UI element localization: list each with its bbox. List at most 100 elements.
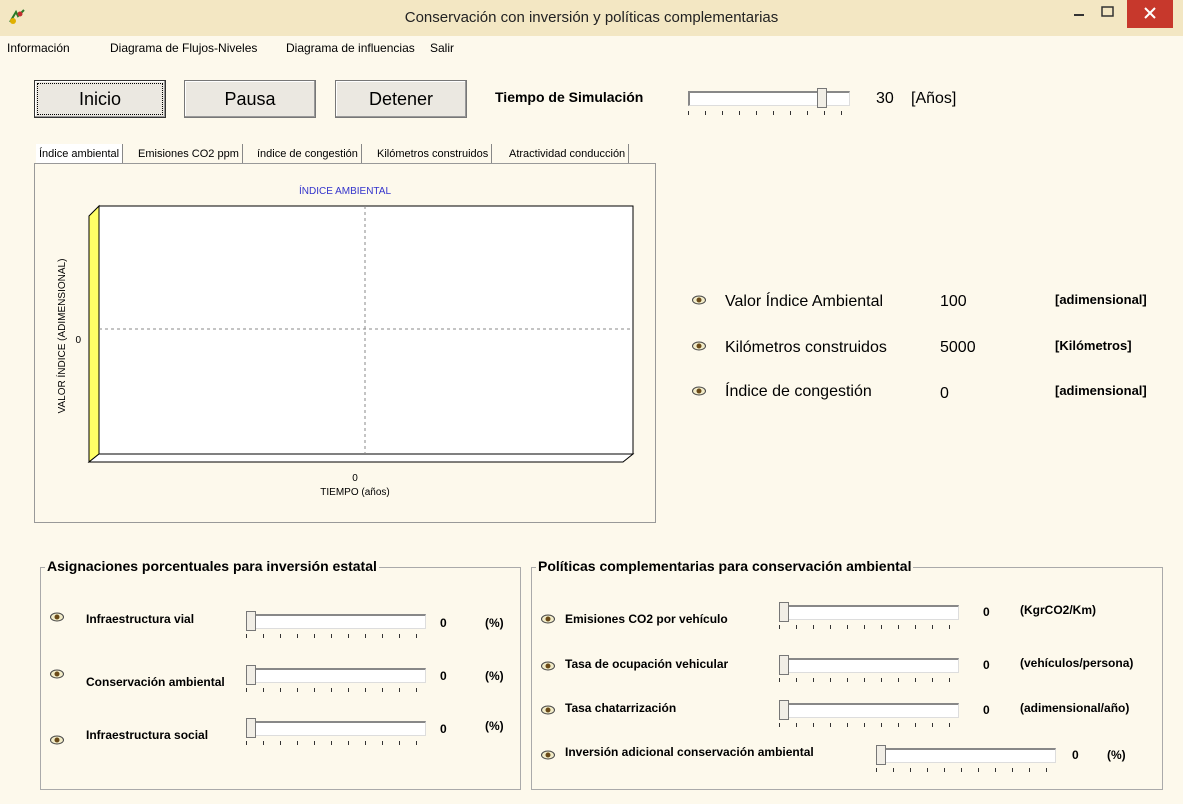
chart-svg: 0 0 TIEMPO (años) VALOR ÍNDICE (ADIMENSI…	[55, 204, 635, 498]
eye-icon	[50, 669, 64, 679]
investment-value-social: 0	[440, 722, 447, 736]
slider-tasa-chatarrizacion[interactable]	[779, 700, 959, 729]
policy-unit-ocupacion: (vehículos/persona)	[1020, 656, 1134, 670]
policies-group-title: Políticas complementarias para conservac…	[536, 558, 914, 574]
menu-salir[interactable]: Salir	[430, 41, 454, 55]
slider-ticks	[876, 768, 1056, 772]
title-bar: Conservación con inversión y políticas c…	[0, 0, 1183, 37]
slider-ticks	[779, 678, 959, 682]
indicator-unit-kilometros: [Kilómetros]	[1055, 338, 1132, 353]
pause-button[interactable]: Pausa	[184, 80, 316, 118]
eye-icon	[692, 295, 706, 305]
investment-unit-vial: (%)	[485, 616, 504, 630]
maximize-icon	[1101, 6, 1114, 17]
close-icon	[1144, 7, 1156, 19]
slider-ticks	[246, 741, 426, 745]
slider-thumb[interactable]	[246, 665, 256, 685]
policy-unit-chatarrizacion: (adimensional/año)	[1020, 701, 1130, 715]
investment-value-vial: 0	[440, 616, 447, 630]
window-title: Conservación con inversión y políticas c…	[404, 9, 779, 26]
tab-indice-ambiental[interactable]: Índice ambiental	[36, 144, 124, 164]
indicator-unit-congestion: [adimensional]	[1055, 383, 1147, 398]
eye-icon	[541, 705, 555, 715]
slider-track	[876, 748, 1056, 763]
indicator-value-congestion: 0	[940, 385, 949, 402]
eye-icon	[541, 661, 555, 671]
eye-icon	[541, 614, 555, 624]
stop-button[interactable]: Detener	[335, 80, 467, 118]
chart-left-wall	[88, 204, 100, 464]
tab-kilometros-construidos[interactable]: Kilómetros construidos	[374, 144, 493, 164]
slider-ticks	[246, 634, 426, 638]
policy-unit-emisiones: (KgrCO2/Km)	[1020, 603, 1097, 617]
investment-label-conservacion: Conservación ambiental	[86, 675, 225, 689]
indicator-label-kilometros: Kilómetros construidos	[725, 339, 887, 356]
x-axis-label: TIEMPO (años)	[320, 487, 389, 498]
menu-diagrama-influencias[interactable]: Diagrama de influencias	[286, 41, 415, 55]
indicator-value-kilometros: 5000	[940, 339, 976, 356]
y-tick-label: 0	[75, 335, 81, 346]
policy-label-chatarrizacion: Tasa chatarrización	[565, 701, 677, 715]
slider-infraestructura-vial[interactable]	[246, 611, 426, 640]
tab-indice-congestion[interactable]: índice de congestión	[254, 144, 362, 164]
sim-time-slider[interactable]	[688, 88, 850, 117]
sim-time-value: 30	[876, 90, 894, 107]
slider-thumb[interactable]	[779, 655, 789, 675]
investment-label-social: Infraestructura social	[86, 728, 209, 742]
eye-icon	[50, 735, 64, 745]
slider-ticks	[779, 723, 959, 727]
y-axis-label: VALOR ÍNDICE (ADIMENSIONAL)	[55, 259, 68, 414]
eye-icon	[50, 612, 64, 622]
investment-label-vial: Infraestructura vial	[86, 612, 195, 626]
policy-label-emisiones: Emisiones CO2 por vehículo	[565, 612, 728, 626]
slider-conservacion-ambiental[interactable]	[246, 665, 426, 694]
slider-track	[246, 721, 426, 736]
tab-atractividad-conduccion[interactable]: Atractividad conducción	[506, 144, 630, 164]
slider-track	[779, 703, 959, 718]
sim-time-unit: [Años]	[911, 90, 957, 107]
policy-label-ocupacion: Tasa de ocupación vehicular	[565, 657, 729, 671]
chart-plot-area	[98, 205, 634, 455]
sim-time-thumb[interactable]	[817, 88, 827, 108]
investment-unit-social: (%)	[485, 719, 504, 733]
sim-time-label: Tiempo de Simulación	[495, 89, 644, 105]
maximize-button[interactable]	[1095, 0, 1121, 28]
indicator-label-congestion: Índice de congestión	[725, 383, 872, 400]
minimize-button[interactable]	[1066, 0, 1092, 28]
close-button[interactable]	[1127, 0, 1173, 28]
start-button[interactable]: Inicio	[34, 80, 166, 118]
menu-informacion[interactable]: Información	[7, 41, 70, 55]
menu-bar: Información Diagrama de Flujos-Niveles D…	[0, 36, 1183, 58]
slider-thumb[interactable]	[246, 718, 256, 738]
slider-thumb[interactable]	[779, 700, 789, 720]
policy-value-inversion-adicional: 0	[1072, 748, 1079, 762]
sim-time-ticks	[688, 111, 850, 115]
eye-icon	[541, 750, 555, 760]
slider-tasa-ocupacion[interactable]	[779, 655, 959, 684]
investment-unit-conservacion: (%)	[485, 669, 504, 683]
chart-panel: ÍNDICE AMBIENTAL 0 0 TIEMPO (años) VALOR…	[34, 163, 656, 523]
policy-value-ocupacion: 0	[983, 658, 990, 672]
policy-unit-inversion-adicional: (%)	[1107, 748, 1126, 762]
slider-ticks	[779, 625, 959, 629]
chart-floor	[87, 453, 635, 463]
slider-inversion-adicional[interactable]	[876, 745, 1056, 774]
indicator-value-indice-ambiental: 100	[940, 293, 967, 310]
investment-group-title: Asignaciones porcentuales para inversión…	[45, 558, 379, 574]
menu-diagrama-flujos-niveles[interactable]: Diagrama de Flujos-Niveles	[110, 41, 257, 55]
eye-icon	[692, 341, 706, 351]
indicator-unit-indice-ambiental: [adimensional]	[1055, 292, 1147, 307]
slider-track	[779, 658, 959, 673]
slider-track	[246, 668, 426, 683]
slider-thumb[interactable]	[779, 602, 789, 622]
minimize-icon	[1074, 14, 1084, 16]
slider-thumb[interactable]	[246, 611, 256, 631]
slider-emisiones-co2[interactable]	[779, 602, 959, 631]
tab-emisiones-co2[interactable]: Emisiones CO2 ppm	[135, 144, 243, 164]
slider-thumb[interactable]	[876, 745, 886, 765]
policy-value-chatarrizacion: 0	[983, 703, 990, 717]
slider-infraestructura-social[interactable]	[246, 718, 426, 747]
indicator-label-indice-ambiental: Valor Índice Ambiental	[725, 293, 884, 310]
x-tick-label: 0	[352, 473, 358, 484]
eye-icon	[692, 386, 706, 396]
